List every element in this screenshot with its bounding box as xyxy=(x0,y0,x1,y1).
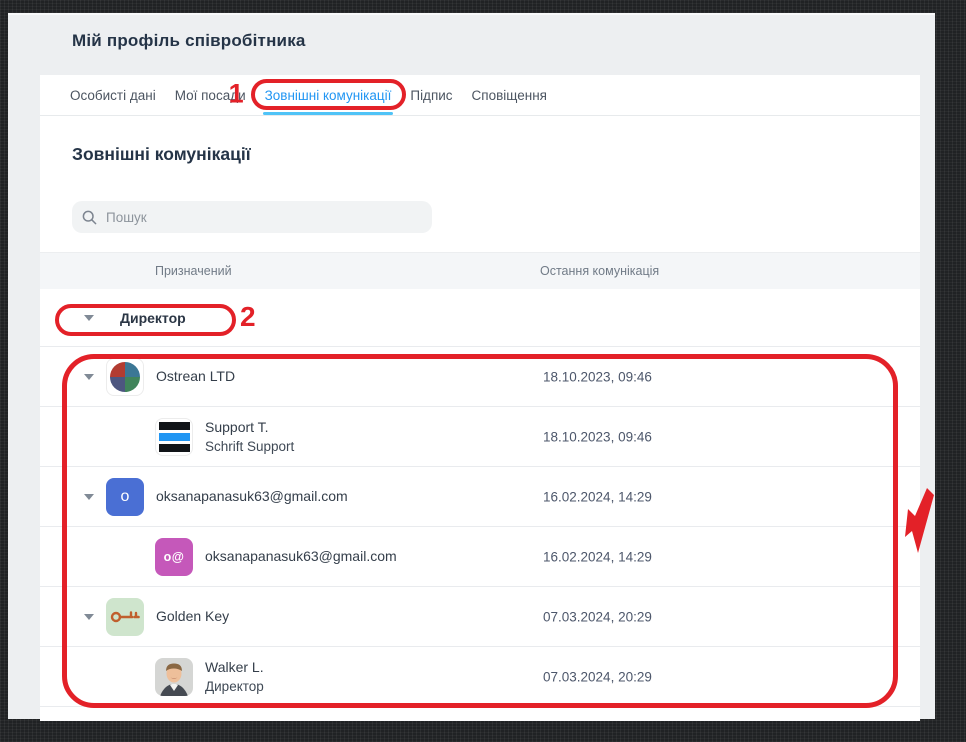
profile-card: Особисті дані Мої посади Зовнішні комуні… xyxy=(40,75,920,721)
column-header-last-communication: Остання комунікація xyxy=(540,264,659,278)
section-title: Зовнішні комунікації xyxy=(72,144,251,165)
search-icon xyxy=(82,210,97,225)
stripe-blue xyxy=(159,433,190,441)
quadrant-circle-logo xyxy=(110,362,140,392)
chevron-down-icon[interactable] xyxy=(84,494,94,500)
row-subtitle: Директор xyxy=(205,677,264,696)
tab-notifications[interactable]: Сповіщення xyxy=(472,75,547,115)
table-row[interactable]: o oksanapanasuk63@gmail.com 16.02.2024, … xyxy=(40,467,920,527)
chevron-down-icon[interactable] xyxy=(84,374,94,380)
page-title: Мій профіль співробітника xyxy=(72,31,306,51)
table-row[interactable]: Golden Key 07.03.2024, 20:29 xyxy=(40,587,920,647)
active-tab-underline xyxy=(263,112,394,115)
tab-label: Особисті дані xyxy=(70,88,156,103)
table-row[interactable]: o@ oksanapanasuk63@gmail.com 16.02.2024,… xyxy=(40,527,920,587)
key-icon xyxy=(109,601,141,633)
communications-table: Директор Ostrean LTD 18.10.2023, 09:46 xyxy=(40,289,920,707)
table-row[interactable]: Walker L. Директор 07.03.2024, 20:29 xyxy=(40,647,920,707)
tab-label: Зовнішні комунікації xyxy=(265,88,392,103)
row-date: 07.03.2024, 20:29 xyxy=(543,609,652,624)
initial-avatar-blue: o xyxy=(106,478,144,516)
table-row[interactable]: Ostrean LTD 18.10.2023, 09:46 xyxy=(40,347,920,407)
tab-bar: Особисті дані Мої посади Зовнішні комуні… xyxy=(40,75,920,116)
chevron-down-icon[interactable] xyxy=(84,614,94,620)
tab-personal-data[interactable]: Особисті дані xyxy=(70,75,156,115)
chevron-down-icon[interactable] xyxy=(84,315,94,321)
golden-key-avatar-icon xyxy=(106,598,144,636)
group-row-director[interactable]: Директор xyxy=(40,289,920,347)
row-name: oksanapanasuk63@gmail.com xyxy=(205,547,397,566)
column-header-assignee: Призначений xyxy=(155,264,232,278)
row-name: Ostrean LTD xyxy=(156,367,235,386)
stripes-glyph xyxy=(159,422,190,452)
table-row[interactable]: Support T. Schrift Support 18.10.2023, 0… xyxy=(40,407,920,467)
table-header: Призначений Остання комунікація xyxy=(40,252,920,289)
row-name: oksanapanasuk63@gmail.com xyxy=(156,487,348,506)
user-photo-avatar xyxy=(155,658,193,696)
stripe-black xyxy=(159,422,190,430)
tab-external-communications[interactable]: Зовнішні комунікації 1 xyxy=(265,75,392,115)
row-name: Support T. xyxy=(205,418,294,437)
company-logo-ostrean-icon xyxy=(106,358,144,396)
stripe-black xyxy=(159,444,190,452)
row-date: 18.10.2023, 09:46 xyxy=(543,429,652,444)
tab-label: Підпис xyxy=(410,88,452,103)
avatar-letters: o@ xyxy=(164,550,185,564)
row-subtitle: Schrift Support xyxy=(205,437,294,456)
search-box[interactable] xyxy=(72,201,432,233)
portrait-photo xyxy=(155,658,193,696)
striped-flag-avatar-icon xyxy=(155,418,193,456)
tab-signature[interactable]: Підпис xyxy=(410,75,452,115)
row-date: 07.03.2024, 20:29 xyxy=(543,669,652,684)
row-name: Golden Key xyxy=(156,607,229,626)
search-input[interactable] xyxy=(106,210,422,225)
row-date: 18.10.2023, 09:46 xyxy=(543,369,652,384)
tab-label: Сповіщення xyxy=(472,88,547,103)
annotation-number-step1: 1 xyxy=(229,78,244,109)
group-label: Директор xyxy=(120,310,186,326)
avatar-letter: o xyxy=(121,488,130,506)
row-date: 16.02.2024, 14:29 xyxy=(543,549,652,564)
row-name: Walker L. xyxy=(205,658,264,677)
initial-avatar-pink: o@ xyxy=(155,538,193,576)
screenshot-frame: Мій профіль співробітника Особисті дані … xyxy=(0,0,966,742)
profile-page: Мій профіль співробітника Особисті дані … xyxy=(8,13,935,719)
row-date: 16.02.2024, 14:29 xyxy=(543,489,652,504)
